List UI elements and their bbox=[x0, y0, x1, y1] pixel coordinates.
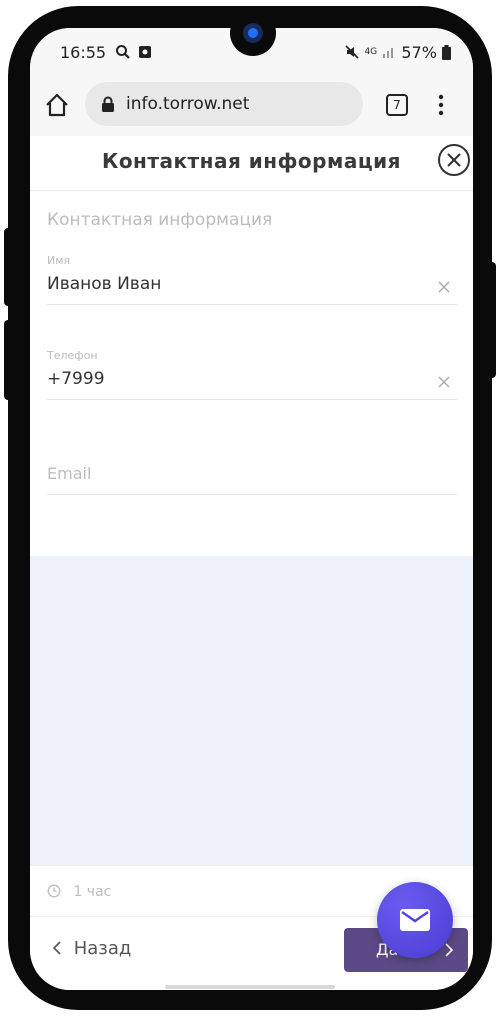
gesture-bar[interactable] bbox=[165, 985, 335, 989]
browser-toolbar: info.torrow.net 7 bbox=[30, 78, 473, 137]
phone-field[interactable]: Телефон +7999 bbox=[47, 346, 457, 400]
content-background bbox=[30, 556, 473, 865]
volume-button bbox=[4, 228, 12, 306]
clock-icon bbox=[47, 884, 61, 898]
message-fab[interactable] bbox=[377, 882, 453, 958]
home-icon[interactable] bbox=[44, 92, 70, 118]
address-bar[interactable]: info.torrow.net bbox=[85, 82, 363, 126]
signal-icon bbox=[383, 48, 394, 58]
clear-phone-icon[interactable] bbox=[437, 375, 451, 389]
duration-text: 1 час bbox=[73, 884, 112, 900]
mail-icon bbox=[400, 909, 430, 931]
battery-percent: 57% bbox=[401, 43, 437, 62]
chevron-left-icon bbox=[52, 941, 61, 955]
battery-icon bbox=[442, 45, 451, 60]
network-type: 4G bbox=[364, 47, 378, 57]
chevron-right-icon bbox=[445, 943, 454, 957]
clock-text: 16:55 bbox=[60, 43, 107, 62]
page-title: Контактная информация bbox=[101, 149, 402, 173]
email-field[interactable]: Email bbox=[47, 441, 457, 495]
name-value: Иванов Иван bbox=[47, 274, 162, 294]
close-button[interactable] bbox=[438, 144, 470, 176]
more-options-icon[interactable] bbox=[437, 94, 445, 116]
status-time: 16:55 bbox=[60, 43, 152, 62]
tab-switcher-button[interactable]: 7 bbox=[386, 94, 408, 116]
close-icon bbox=[447, 153, 461, 167]
power-button bbox=[488, 262, 496, 378]
search-icon bbox=[116, 45, 130, 59]
duration-row: 1 час bbox=[47, 884, 111, 900]
front-camera bbox=[230, 10, 276, 56]
mute-icon bbox=[345, 45, 359, 59]
back-button[interactable]: Назад bbox=[52, 938, 131, 959]
name-field[interactable]: Имя Иванов Иван bbox=[47, 251, 457, 305]
device-screen: 16:55 4G 57% info.torrow.net 7 Контактна… bbox=[30, 28, 473, 990]
tab-count: 7 bbox=[393, 98, 401, 112]
email-placeholder: Email bbox=[47, 464, 92, 483]
status-indicators: 4G 57% bbox=[345, 43, 451, 62]
lock-icon bbox=[102, 96, 114, 112]
clear-name-icon[interactable] bbox=[437, 280, 451, 294]
contact-form: Контактная информация Имя Иванов Иван Те… bbox=[30, 191, 473, 556]
back-label: Назад bbox=[73, 938, 132, 959]
section-title: Контактная информация bbox=[47, 210, 273, 230]
phone-label: Телефон bbox=[47, 349, 98, 362]
page-header: Контактная информация bbox=[30, 136, 473, 191]
volume-button-lower bbox=[4, 320, 12, 400]
phone-value: +7999 bbox=[47, 369, 105, 389]
name-label: Имя bbox=[47, 254, 71, 267]
url-text: info.torrow.net bbox=[126, 94, 250, 114]
notification-icon bbox=[139, 46, 152, 58]
